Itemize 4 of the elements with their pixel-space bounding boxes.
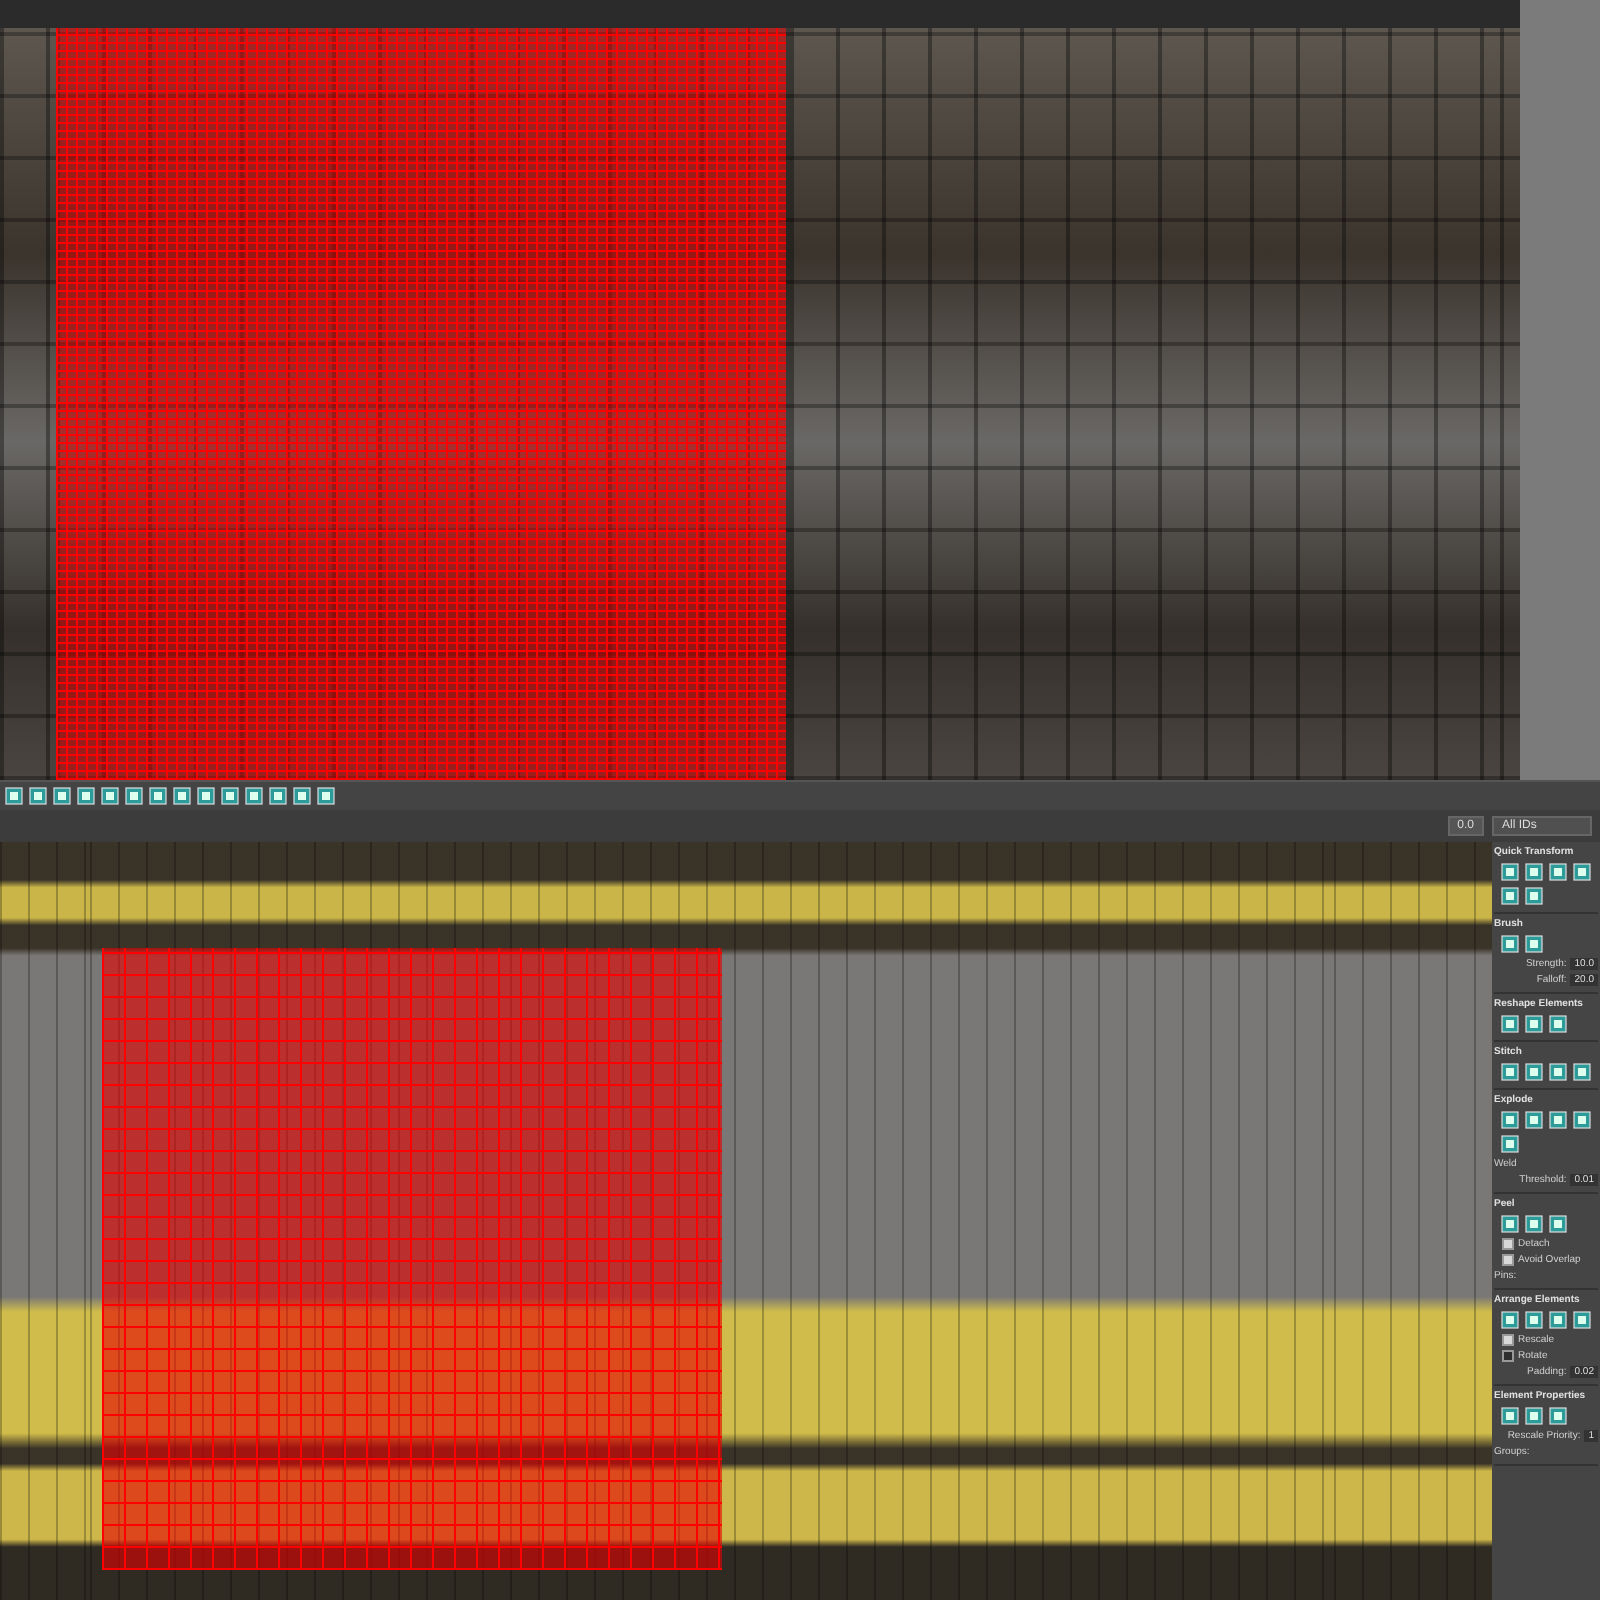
checkbox[interactable] [1502, 1254, 1514, 1266]
checkbox[interactable] [1502, 1238, 1514, 1250]
checkbox[interactable] [1502, 1350, 1514, 1362]
checkbox[interactable] [1502, 1334, 1514, 1346]
